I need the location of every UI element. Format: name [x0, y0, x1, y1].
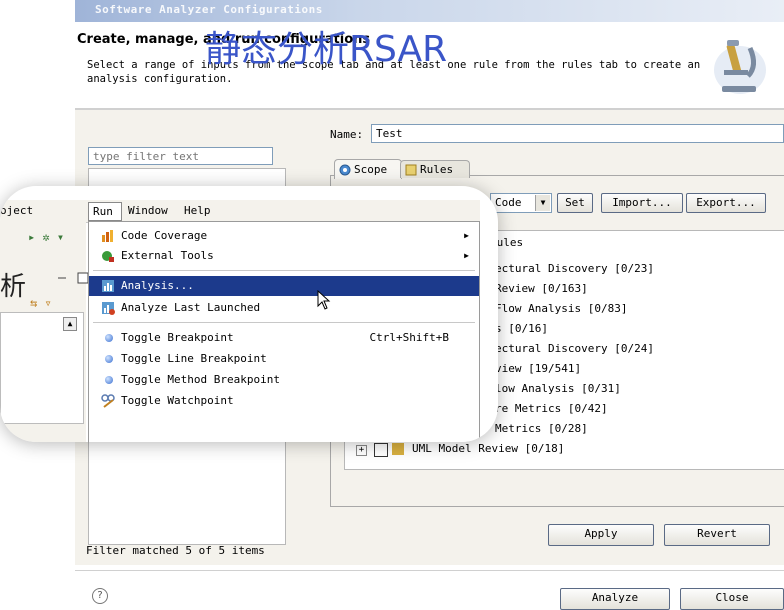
- code-coverage-icon: [102, 230, 113, 242]
- submenu-arrow-icon: ▶: [464, 231, 469, 240]
- method-breakpoint-icon: [105, 376, 113, 384]
- rule-item[interactable]: ectural Discovery [0/24]: [495, 342, 654, 355]
- revert-button[interactable]: Revert: [664, 524, 770, 546]
- menu-run[interactable]: Run: [88, 202, 122, 221]
- rule-item[interactable]: ectural Discovery [0/23]: [495, 262, 654, 275]
- import-button[interactable]: Import...: [601, 193, 683, 213]
- set-button[interactable]: Set: [557, 193, 593, 213]
- rule-item[interactable]: re Metrics [0/42]: [495, 402, 608, 415]
- uml-icon: [392, 443, 404, 455]
- menu-bar: oject Run Window Help: [0, 200, 480, 223]
- rule-item[interactable]: Flow Analysis [0/83]: [495, 302, 627, 315]
- rule-item[interactable]: Review [0/163]: [495, 282, 588, 295]
- run-tool-icon[interactable]: ▸ ✲ ▾: [28, 230, 64, 244]
- tab-rules-label: Rules: [420, 163, 454, 176]
- submenu-arrow-icon: ▶: [464, 251, 469, 260]
- analyze-last-icon: [102, 302, 115, 315]
- watchpoint-icon: [101, 394, 115, 408]
- sync-icon[interactable]: ⇆ ▿: [30, 296, 52, 310]
- menu-item-toggle-watchpoint[interactable]: Toggle Watchpoint: [89, 391, 479, 411]
- menu-item-analysis[interactable]: Analysis...: [89, 276, 479, 296]
- line-breakpoint-icon: [105, 355, 113, 363]
- external-tools-icon: [102, 251, 114, 262]
- name-label: Name:: [330, 128, 364, 141]
- scope-icon: [339, 164, 351, 175]
- rule-set-combo[interactable]: Code ▼: [490, 193, 552, 213]
- rules-icon: [405, 164, 417, 175]
- rule-set-combo-value: Code: [495, 196, 522, 209]
- close-button[interactable]: Close: [680, 588, 784, 610]
- name-field[interactable]: [371, 124, 784, 143]
- rule-item[interactable]: Metrics [0/28]: [495, 422, 588, 435]
- expand-icon[interactable]: +: [356, 445, 367, 456]
- apply-button[interactable]: Apply: [548, 524, 654, 546]
- accelerator-text: Ctrl+Shift+B: [369, 331, 449, 344]
- menu-separator: [93, 322, 475, 323]
- filter-input[interactable]: [88, 147, 273, 165]
- help-icon[interactable]: ?: [92, 588, 108, 604]
- overlay-title: 静态分析RSAR: [205, 29, 448, 70]
- window-title: Software Analyzer Configurations: [95, 3, 323, 16]
- menu-help[interactable]: Help: [184, 204, 211, 217]
- rule-item[interactable]: s [0/16]: [495, 322, 548, 335]
- rule-item[interactable]: low Analysis [0/31]: [495, 382, 621, 395]
- analysis-icon: [102, 280, 114, 292]
- analyze-button[interactable]: Analyze: [560, 588, 670, 610]
- menu-window[interactable]: Window: [128, 204, 168, 217]
- menu-item-toggle-method-breakpoint[interactable]: Toggle Method Breakpoint: [89, 370, 479, 390]
- chevron-down-icon: ▼: [535, 195, 550, 211]
- tab-scope[interactable]: Scope: [334, 159, 402, 179]
- tab-scope-label: Scope: [354, 163, 388, 176]
- rule-item-label: UML Model Review [0/18]: [412, 442, 565, 455]
- mouse-cursor-icon: [317, 290, 331, 310]
- breakpoint-icon: [105, 334, 113, 342]
- window-title-bar: Software Analyzer Configurations: [75, 0, 784, 22]
- export-button[interactable]: Export...: [686, 193, 766, 213]
- rule-checkbox[interactable]: [374, 443, 388, 457]
- menu-item-toggle-line-breakpoint[interactable]: Toggle Line Breakpoint: [89, 349, 479, 369]
- menu-callout: oject Run Window Help ▸ ✲ ▾ ⇆ ▿ ▲ Code C…: [0, 186, 498, 442]
- menu-separator: [93, 270, 475, 271]
- menu-item-analyze-last[interactable]: Analyze Last Launched: [89, 298, 479, 318]
- footer-divider: [75, 570, 784, 571]
- tab-rules[interactable]: Rules: [400, 160, 470, 178]
- menu-project[interactable]: oject: [0, 204, 33, 217]
- filter-status: Filter matched 5 of 5 items: [86, 544, 265, 557]
- run-menu: Code Coverage ▶ External Tools ▶ Analysi…: [88, 221, 480, 442]
- menu-item-external-tools[interactable]: External Tools ▶: [89, 246, 479, 266]
- view-controls-icon[interactable]: [56, 272, 89, 284]
- rule-item[interactable]: view [19/541]: [495, 362, 581, 375]
- menu-item-toggle-breakpoint[interactable]: Toggle Breakpoint Ctrl+Shift+B: [89, 328, 479, 348]
- clipped-title-fragment: 析: [0, 272, 27, 302]
- menu-item-code-coverage[interactable]: Code Coverage ▶: [89, 226, 479, 246]
- scroll-up-icon[interactable]: ▲: [63, 317, 77, 331]
- rule-item-uml[interactable]: + UML Model Review [0/18]: [356, 442, 656, 458]
- microscope-icon: [714, 40, 766, 94]
- project-tree-fragment: ▲: [0, 312, 84, 424]
